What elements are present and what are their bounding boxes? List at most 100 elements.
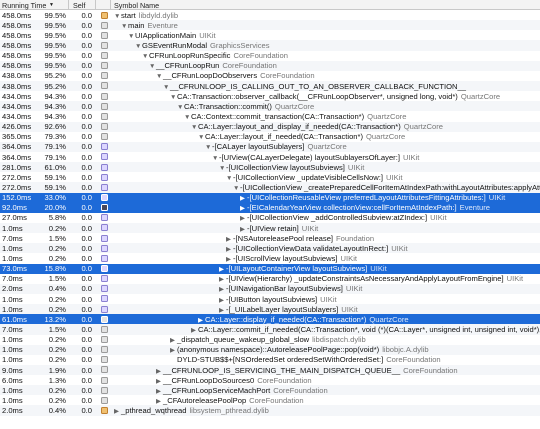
symbol-name: CFRunLoopRunSpecific	[149, 51, 231, 61]
symbol-cell: ▼-[UICollectionView _createPreparedCellF…	[233, 183, 540, 193]
table-row[interactable]: 458.0ms 99.5% 0.0 ▼CFRunLoopRunSpecific Core…	[0, 51, 540, 61]
table-row[interactable]: 458.0ms 99.5% 0.0 ▼start libdyld.dylib	[0, 10, 540, 20]
symbol-name: main	[128, 20, 145, 30]
symbol-cell: ▼CFRunLoopRunSpecific CoreFoundation	[142, 51, 288, 61]
table-row[interactable]: 152.0ms 33.0% 0.0 ▶ -[UICollectionReusableVi…	[0, 192, 540, 203]
symbol-name: __CFRunLoopDoObservers	[163, 71, 258, 81]
library-name: QuartzCore	[403, 122, 444, 132]
running-time-cell: 365.0ms	[2, 132, 32, 142]
self-cell: 0.0	[81, 51, 92, 61]
running-time-cell: 272.0ms	[2, 182, 32, 192]
table-row[interactable]: 272.0ms 59.1% 0.0 ▼-[UICollectionView _upda…	[0, 172, 540, 182]
self-cell: 0.0	[81, 20, 92, 30]
self-cell: 0.0	[81, 304, 92, 314]
cube-icon	[101, 21, 108, 29]
percent-cell: 61.0%	[44, 162, 66, 172]
table-row[interactable]: 7.0ms 1.5% 0.0 ▶ -[UIView(Hierarchy) _update…	[0, 274, 540, 284]
library-name: UIKit	[506, 274, 524, 284]
symbol-cell: ▶ __CFRunLoopServiceMachPort CoreFoundatio…	[156, 386, 328, 396]
self-cell: 0.0	[81, 284, 92, 294]
cube-icon	[101, 133, 108, 141]
table-row[interactable]: 6.0ms 1.3% 0.0 ▶ __CFRunLoopDoSources0 CoreFo…	[0, 375, 540, 385]
self-header[interactable]: Self	[73, 1, 85, 10]
table-row[interactable]: 7.0ms 1.5% 0.0 ▶ -[NSAutoreleasePool release…	[0, 233, 540, 243]
self-cell: 0.0	[81, 30, 92, 40]
table-row[interactable]: 365.0ms 79.3% 0.0 ▼CA::Layer::layout_if_nee…	[0, 132, 540, 142]
symbol-name: start	[121, 10, 136, 20]
symbol-cell: ▼UIApplicationMain UIKit	[128, 31, 216, 41]
ui-icon	[101, 224, 108, 232]
call-tree-window: Running Time ▼ Self Symbol Name 458.0ms 9…	[0, 0, 540, 429]
symbol-name: GSEventRunModal	[142, 41, 208, 51]
table-row[interactable]: 438.0ms 95.2% 0.0 ▼__CFRunLoopDoObservers Co…	[0, 71, 540, 81]
table-row[interactable]: 364.0ms 79.1% 0.0 ▼-[CALayer layoutSublayer…	[0, 141, 540, 152]
table-row[interactable]: 1.0ms 0.2% 0.0 ▶ __CFRunLoopServiceMachPort C…	[0, 385, 540, 396]
library-name: UIKit	[199, 30, 216, 40]
table-row[interactable]: 73.0ms 15.8% 0.0 ▶ -[UILayoutContainerView l…	[0, 263, 540, 274]
table-row[interactable]: 1.0ms 0.2% 0.0 DYLD-STUB$$+[NSOrderedSet or…	[0, 355, 540, 365]
percent-cell: 59.1%	[44, 182, 66, 192]
table-row[interactable]: 364.0ms 79.1% 0.0 ▼-[UIView(CALayerDelegate…	[0, 152, 540, 162]
symbol-name: UIApplicationMain	[135, 30, 197, 40]
symbol-name: __CFRUNLOOP_IS_CALLING_OUT_TO_AN_OBSERVE…	[170, 81, 466, 91]
table-row[interactable]: 438.0ms 95.2% 0.0 ▼__CFRUNLOOP_IS_CALLING_O…	[0, 80, 540, 92]
table-row[interactable]: 2.0ms 0.4% 0.0 ▶ -[UINavigationBar layoutSub…	[0, 283, 540, 294]
cube-icon	[101, 396, 108, 404]
table-row[interactable]: 61.0ms 13.2% 0.0 ▶ CA::Layer::display_if_nee…	[0, 314, 540, 325]
running-time-header[interactable]: Running Time	[2, 1, 46, 10]
ui-icon	[101, 244, 108, 252]
disclosure-closed-icon[interactable]: ▶	[114, 407, 121, 416]
running-time-cell: 1.0ms	[2, 243, 23, 253]
table-row[interactable]: 281.0ms 61.0% 0.0 ▼-[UICollectionView layou…	[0, 162, 540, 173]
self-cell: 0.0	[81, 101, 92, 111]
table-row[interactable]: 1.0ms 0.2% 0.0 ▶ _dispatch_queue_wakeup_glob…	[0, 335, 540, 345]
running-time-cell: 1.0ms	[2, 345, 23, 355]
percent-cell: 92.6%	[44, 122, 66, 132]
running-time-cell: 7.0ms	[2, 233, 23, 243]
library-name: QuartzCore	[274, 101, 315, 111]
table-row[interactable]: 1.0ms 0.2% 0.0 ▶ -[UICollectionViewData vali…	[0, 243, 540, 254]
library-name: UIKit	[370, 264, 387, 274]
self-cell: 0.0	[81, 193, 92, 203]
running-time-cell: 438.0ms	[2, 81, 32, 91]
symbol-name-header[interactable]: Symbol Name	[114, 1, 159, 10]
table-row[interactable]: 458.0ms 99.5% 0.0 ▼main Eventure	[0, 20, 540, 31]
self-cell: 0.0	[81, 365, 92, 375]
table-row[interactable]: 458.0ms 99.5% 0.0 ▼__CFRunLoopRun CoreFounda…	[0, 60, 540, 71]
table-row[interactable]: 7.0ms 1.5% 0.0 ▶ CA::Layer::commit_if_needed…	[0, 324, 540, 335]
table-row[interactable]: 434.0ms 94.3% 0.0 ▼CA::Context::commit_tran…	[0, 111, 540, 121]
percent-cell: 0.2%	[48, 223, 66, 233]
table-row[interactable]: 458.0ms 99.5% 0.0 ▼UIApplicationMain UIKit	[0, 30, 540, 40]
symbol-name: -[UIView retain]	[247, 223, 299, 233]
table-row[interactable]: 458.0ms 99.5% 0.0 ▼GSEventRunModal GraphicsS…	[0, 40, 540, 51]
symbol-name: -[UICollectionReusableView preferredLayo…	[247, 193, 486, 203]
ui-icon	[101, 163, 108, 171]
table-row[interactable]: 27.0ms 5.8% 0.0 ▶ -[UICollectionView _addCon…	[0, 213, 540, 223]
running-time-cell: 364.0ms	[2, 142, 32, 152]
table-row[interactable]: 426.0ms 92.6% 0.0 ▼CA::Layer::layout_and_di…	[0, 121, 540, 132]
table-row[interactable]: 1.0ms 0.2% 0.0 ▶ -[UIView retain] UIKit	[0, 222, 540, 234]
library-name: UIKit	[402, 152, 420, 162]
table-row[interactable]: 1.0ms 0.2% 0.0 ▶ -[UIScrollView layoutSubvie…	[0, 253, 540, 263]
table-row[interactable]: 434.0ms 94.3% 0.0 ▼CA::Transaction::observe…	[0, 91, 540, 101]
cube-icon	[101, 31, 108, 39]
table-row[interactable]: 1.0ms 0.2% 0.0 ▶ (anonymous namespace)::Auto…	[0, 344, 540, 355]
symbol-cell: ▼start libdyld.dylib	[114, 11, 178, 21]
symbol-cell: ▶ -[UILayoutContainerView layoutSubviews]…	[219, 264, 387, 274]
symbol-name: -[UICollectionView _updateVisibleCellsNo…	[233, 172, 383, 182]
symbol-name: -[UIScrollView layoutSubviews]	[233, 253, 338, 263]
table-row[interactable]: 9.0ms 1.9% 0.0 ▶ __CFRUNLOOP_IS_SERVICING_TH…	[0, 364, 540, 376]
self-cell: 0.0	[81, 41, 92, 51]
self-cell: 0.0	[81, 233, 92, 243]
symbol-cell: ▶ _pthread_wqthread libsystem_pthread.dyli…	[114, 406, 269, 416]
symbol-cell: ▶ _dispatch_queue_wakeup_global_slow libdi…	[170, 335, 366, 345]
table-row[interactable]: 1.0ms 0.2% 0.0 ▶ _CFAutoreleasePoolPop CoreFo…	[0, 395, 540, 405]
table-row[interactable]: 2.0ms 0.4% 0.0 ▶ _pthread_wqthread libsystem_…	[0, 405, 540, 416]
table-row[interactable]: 1.0ms 0.2% 0.0 ▶ -[UIButton layoutSubviews] U…	[0, 294, 540, 304]
table-row[interactable]: 434.0ms 94.3% 0.0 ▼CA::Transaction::commit(…	[0, 101, 540, 112]
running-time-cell: 458.0ms	[2, 20, 32, 30]
table-row[interactable]: 92.0ms 20.0% 0.0 ▶ -[EICalendarYearView coll…	[0, 202, 540, 213]
table-row[interactable]: 1.0ms 0.2% 0.0 ▶ -[_UILabelLayer layoutSubla…	[0, 304, 540, 315]
table-row[interactable]: 272.0ms 59.1% 0.0 ▼-[UICollectionView _crea…	[0, 182, 540, 193]
percent-cell: 1.9%	[48, 365, 66, 375]
